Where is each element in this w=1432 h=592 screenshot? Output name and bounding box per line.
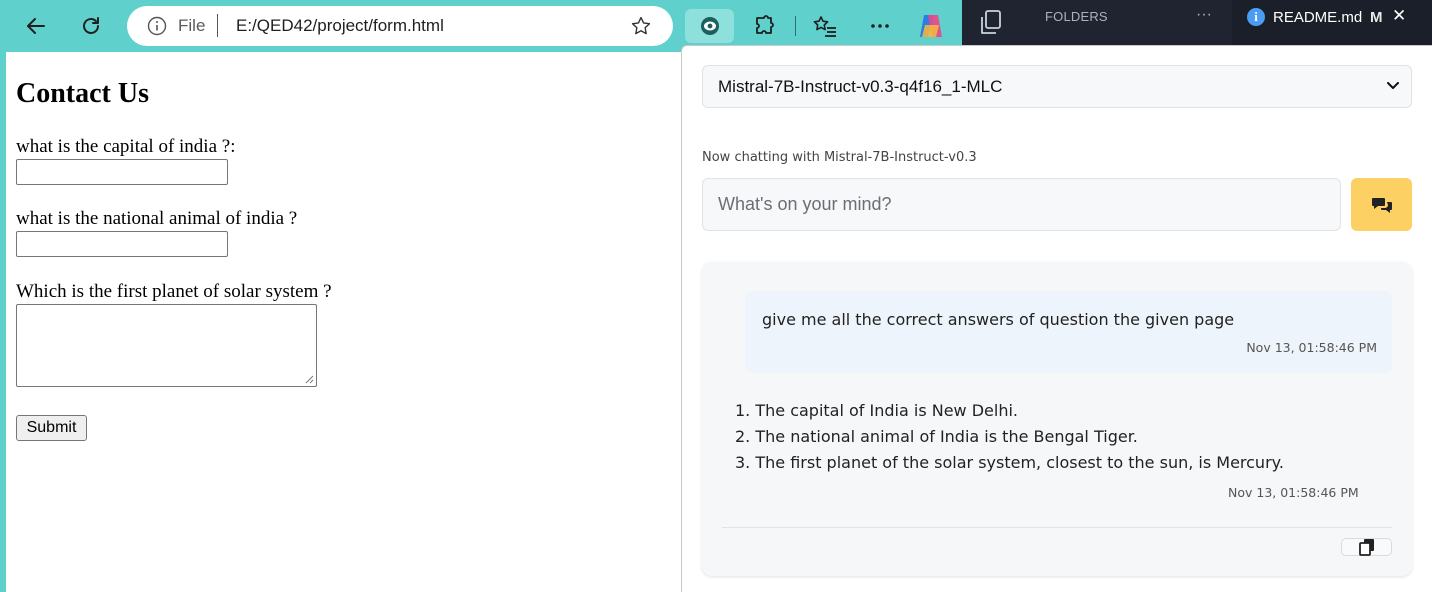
question-3-label: Which is the first planet of solar syste… — [16, 281, 332, 302]
chat-status: Now chatting with Mistral-7B-Instruct-v0… — [702, 150, 977, 165]
explorer-files-icon[interactable] — [974, 6, 1008, 40]
scheme-label: File — [178, 16, 206, 35]
question-1-label: what is the capital of india ?: — [16, 136, 236, 157]
user-message: give me all the correct answers of quest… — [745, 291, 1392, 373]
chevron-down-icon — [1387, 82, 1399, 89]
question-2-label: what is the national animal of india ? — [16, 208, 298, 229]
answer-item: 3. The first planet of the solar system,… — [735, 453, 1284, 472]
copy-icon — [1358, 539, 1374, 556]
info-badge-icon: i — [1247, 8, 1265, 26]
address-separator — [217, 14, 218, 37]
folders-label: FOLDERS — [1045, 9, 1108, 24]
info-icon[interactable] — [147, 16, 167, 36]
back-arrow-icon[interactable] — [19, 9, 53, 43]
card-divider — [722, 527, 1392, 528]
answer-item: 2. The national animal of India is the B… — [735, 427, 1138, 446]
editor-titlebar: FOLDERS ··· i README.md M ✕ — [962, 0, 1432, 45]
more-options-icon[interactable] — [863, 9, 897, 43]
send-button[interactable] — [1351, 178, 1412, 231]
capital-answer-input[interactable] — [16, 159, 228, 185]
address-url[interactable]: E:/QED42/project/form.html — [236, 16, 444, 36]
readme-tab[interactable]: i README.md M ✕ — [1232, 0, 1432, 45]
first-planet-textarea[interactable] — [16, 304, 317, 387]
resize-grip-icon[interactable] — [305, 375, 314, 384]
modified-flag: M — [1370, 9, 1383, 26]
copilot-icon[interactable] — [914, 9, 948, 43]
chat-input[interactable]: What's on your mind? — [702, 178, 1341, 231]
chat-input-placeholder: What's on your mind? — [718, 194, 892, 214]
assistant-message: 1. The capital of India is New Delhi. 2.… — [735, 400, 1284, 478]
assistant-extension-icon[interactable] — [685, 9, 734, 43]
chat-bubbles-icon — [1371, 197, 1392, 213]
extensions-puzzle-icon[interactable] — [747, 9, 781, 43]
national-animal-input[interactable] — [16, 231, 228, 257]
favorites-list-icon[interactable] — [808, 9, 842, 43]
toolbar-divider — [795, 16, 796, 36]
selected-model: Mistral-7B-Instruct-v0.3-q4f16_1-MLC — [718, 77, 1003, 96]
message-timestamp: Nov 13, 01:58:46 PM — [1228, 485, 1359, 500]
page-title: Contact Us — [16, 78, 149, 109]
user-message-text: give me all the correct answers of quest… — [762, 310, 1235, 329]
tab-filename: README.md — [1273, 9, 1363, 26]
address-bar[interactable]: File E:/QED42/project/form.html — [127, 6, 673, 46]
close-icon[interactable]: ✕ — [1392, 6, 1406, 26]
submit-button[interactable]: Submit — [16, 415, 87, 441]
answer-item: 1. The capital of India is New Delhi. — [735, 401, 1018, 420]
more-actions-icon[interactable]: ··· — [1196, 6, 1212, 24]
favorite-star-icon[interactable] — [630, 15, 652, 37]
message-timestamp: Nov 13, 01:58:46 PM — [1246, 340, 1377, 355]
refresh-icon[interactable] — [74, 9, 108, 43]
copy-button[interactable] — [1341, 538, 1392, 556]
model-select[interactable]: Mistral-7B-Instruct-v0.3-q4f16_1-MLC — [702, 65, 1412, 108]
